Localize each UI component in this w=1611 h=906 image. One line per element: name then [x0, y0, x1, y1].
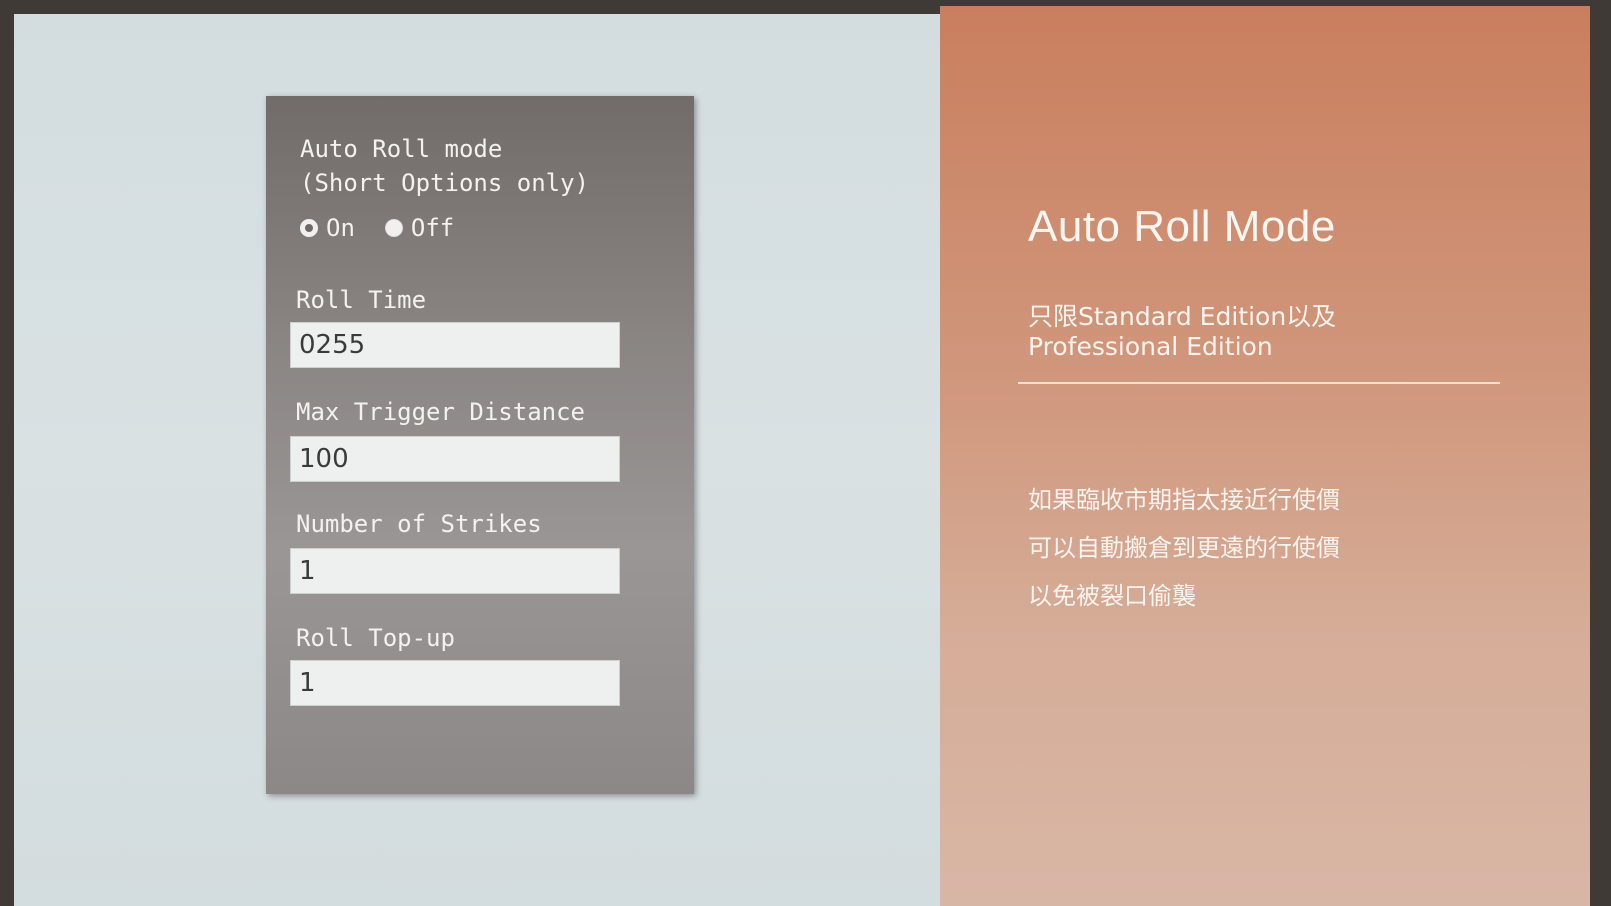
auto-roll-mode-title: Auto Roll mode (Short Options only)	[300, 135, 589, 197]
max-trigger-distance-input[interactable]: 100	[290, 436, 620, 482]
roll-top-up-label: Roll Top-up	[296, 624, 455, 652]
radio-off-button[interactable]	[384, 219, 403, 237]
radio-off-label: Off	[410, 214, 455, 242]
number-of-strikes-input[interactable]: 1	[290, 548, 620, 594]
info-line: 如果臨收市期指太接近行使價	[1028, 486, 1340, 514]
info-title: Auto Roll Mode	[1028, 202, 1336, 251]
max-trigger-distance-label: Max Trigger Distance	[296, 398, 585, 426]
info-body: 如果臨收市期指太接近行使價 可以自動搬倉到更遠的行使價 以免被裂口偷襲	[1028, 482, 1340, 626]
roll-top-up-input[interactable]: 1	[290, 660, 620, 706]
roll-time-input[interactable]: 0255	[290, 322, 620, 368]
radio-on-label: On	[326, 214, 355, 242]
presentation-slide: Auto Roll mode (Short Options only) On O…	[0, 0, 1611, 906]
left-pane: Auto Roll mode (Short Options only) On O…	[14, 14, 940, 906]
divider-line	[1018, 382, 1500, 384]
info-line: 可以自動搬倉到更遠的行使價	[1028, 534, 1340, 562]
auto-roll-radio-group: On Off	[300, 214, 484, 242]
number-of-strikes-label: Number of Strikes	[296, 510, 542, 538]
info-subtitle: 只限Standard Edition以及 Professional Editio…	[1028, 302, 1337, 361]
auto-roll-settings-panel: Auto Roll mode (Short Options only) On O…	[266, 96, 694, 794]
roll-time-label: Roll Time	[296, 286, 427, 314]
radio-on-button[interactable]	[300, 219, 318, 237]
info-pane: Auto Roll Mode 只限Standard Edition以及 Prof…	[940, 6, 1590, 906]
info-line: 以免被裂口偷襲	[1028, 582, 1196, 610]
